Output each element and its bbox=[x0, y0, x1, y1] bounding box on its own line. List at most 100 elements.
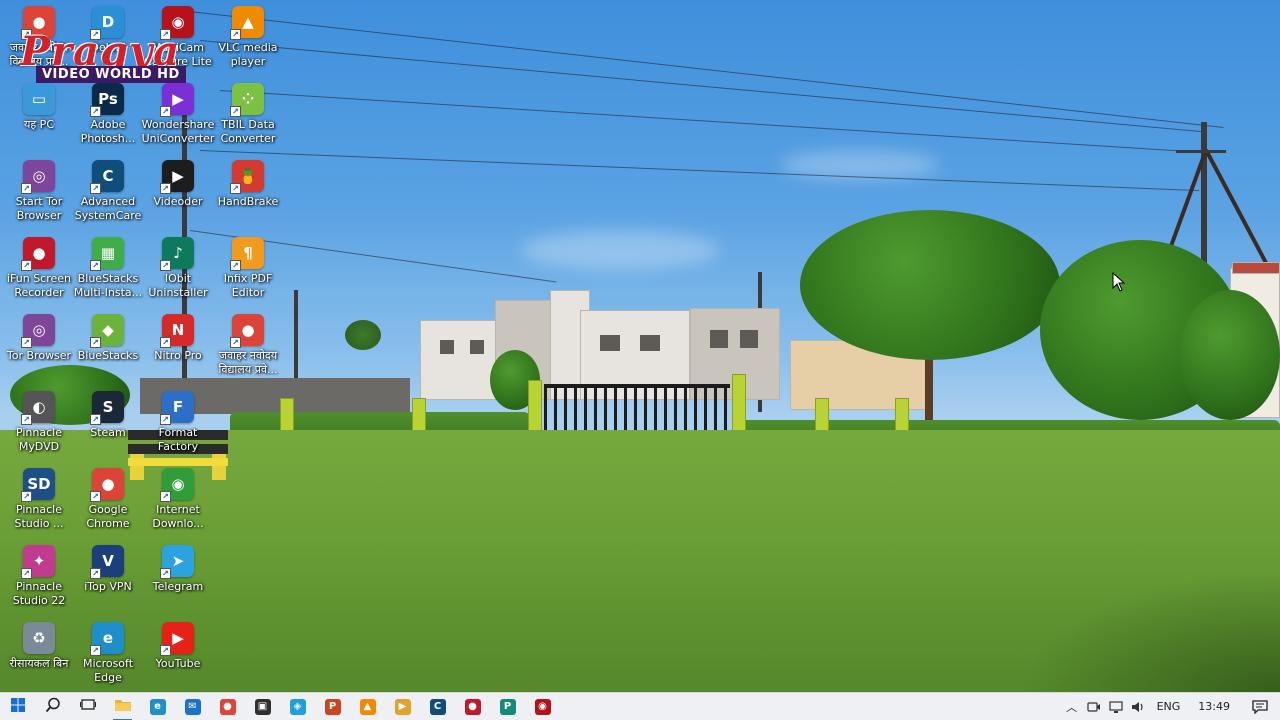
tray-network-icon[interactable] bbox=[1105, 693, 1127, 720]
chrome-icon: ● ↗ bbox=[90, 468, 124, 502]
tray-volume-icon[interactable] bbox=[1127, 693, 1149, 720]
desktop-shortcut[interactable]: ¶ ↗ Infix PDF Editor bbox=[211, 237, 285, 300]
shortcut-arrow-icon: ↗ bbox=[160, 29, 171, 40]
publisher-button[interactable]: P bbox=[490, 693, 525, 720]
desktop-shortcut-label: Infix PDF Editor bbox=[223, 272, 273, 299]
desktop-shortcut[interactable]: ▶ ↗ Videoder bbox=[141, 160, 215, 209]
mail-button[interactable]: ✉ bbox=[175, 693, 210, 720]
multicam-button[interactable]: ◉ bbox=[525, 693, 560, 720]
desktop-shortcut-label: Adobe Photosh... bbox=[80, 118, 136, 145]
edge-icon: e ↗ bbox=[90, 622, 124, 656]
desktop-shortcut[interactable]: 🍍 ↗ HandBrake bbox=[211, 160, 285, 209]
edge-button[interactable]: e bbox=[140, 693, 175, 720]
desktop-shortcut[interactable]: ♪ ↗ IObit Uninstaller bbox=[141, 237, 215, 300]
tray-language[interactable]: ENG bbox=[1149, 693, 1189, 720]
shortcut-arrow-icon: ↗ bbox=[21, 337, 32, 348]
desktop-shortcut-label: Advanced SystemCare bbox=[74, 195, 142, 222]
desktop-shortcut-label: Tor Browser bbox=[6, 349, 72, 362]
desktop-shortcut[interactable]: ◉ ↗ MultiCam Capture Lite bbox=[141, 6, 215, 69]
chrome-icon: ● ↗ bbox=[230, 314, 264, 348]
format-factory-icon: F ↗ bbox=[160, 391, 194, 425]
powerpoint-icon: P bbox=[324, 698, 341, 715]
youtube-icon: ▶ ↗ bbox=[160, 622, 194, 656]
tray-clock[interactable]: 13:49 bbox=[1188, 693, 1240, 720]
taskbar: e ✉ ● ▣ ◈ P ▲ ▶ C ● P ◉ ︿ ENG 13:49 bbox=[0, 692, 1280, 720]
desktop-shortcut[interactable]: ⁘ ↗ TBIL Data Converter bbox=[211, 83, 285, 146]
desktop-shortcut[interactable]: C ↗ Advanced SystemCare bbox=[71, 160, 145, 223]
desktop-shortcut[interactable]: ♻ रीसायकल बिन bbox=[2, 622, 76, 671]
desktop-shortcut[interactable]: ➤ ↗ Telegram bbox=[141, 545, 215, 594]
tray-meet-now-icon[interactable] bbox=[1083, 693, 1105, 720]
publisher-icon: P bbox=[499, 698, 516, 715]
desktop-shortcut[interactable]: ▶ ↗ Wondershare UniConverter bbox=[141, 83, 215, 146]
shortcut-arrow-icon: ↗ bbox=[230, 337, 241, 348]
desktop-shortcut[interactable]: F ↗ Format Factory bbox=[141, 391, 215, 454]
shortcut-arrow-icon: ↗ bbox=[21, 414, 32, 425]
desktop-shortcut[interactable]: ✦ ↗ Pinnacle Studio 22 bbox=[2, 545, 76, 608]
desktop-shortcut-label: Pinnacle Studio ... bbox=[14, 503, 64, 530]
desktop-shortcut-label: Pinnacle MyDVD bbox=[15, 426, 62, 453]
shortcut-arrow-icon: ↗ bbox=[230, 260, 241, 271]
start-button[interactable] bbox=[0, 693, 35, 720]
delphi-icon: D ↗ bbox=[90, 6, 124, 40]
desktop-shortcut[interactable]: SD ↗ Pinnacle Studio ... bbox=[2, 468, 76, 531]
shortcut-arrow-icon: ↗ bbox=[230, 29, 241, 40]
desktop-shortcut[interactable]: ● ↗ जवाहर नवोदय विद्यालय प्रवे... bbox=[211, 314, 285, 377]
desktop-shortcut[interactable]: ● ↗ जवाहर नवोदय विद्यालय प्रवे... bbox=[2, 6, 76, 69]
desktop-shortcut[interactable]: ▭ यह PC bbox=[2, 83, 76, 132]
shortcut-arrow-icon: ↗ bbox=[160, 260, 171, 271]
desktop-shortcut[interactable]: ◆ ↗ BlueStacks bbox=[71, 314, 145, 363]
desktop-shortcut-label: जवाहर नवोदय विद्यालय प्रवे... bbox=[218, 349, 278, 376]
shortcut-arrow-icon: ↗ bbox=[230, 183, 241, 194]
this-pc-icon: ▭ bbox=[23, 83, 55, 115]
shortcut-arrow-icon: ↗ bbox=[90, 183, 101, 194]
desktop-shortcut[interactable]: Ps ↗ Adobe Photosh... bbox=[71, 83, 145, 146]
tor-icon: ◎ ↗ bbox=[21, 160, 55, 194]
action-center-icon[interactable] bbox=[1240, 693, 1280, 720]
desktop-shortcut[interactable]: S ↗ Steam bbox=[71, 391, 145, 440]
powerpoint-button[interactable]: P bbox=[315, 693, 350, 720]
mouse-cursor-icon bbox=[1112, 272, 1126, 292]
desktop-shortcut[interactable]: e ↗ Microsoft Edge bbox=[71, 622, 145, 685]
desktop-shortcut[interactable]: ◎ ↗ Start Tor Browser bbox=[2, 160, 76, 223]
search-icon bbox=[45, 697, 61, 717]
file-explorer-button[interactable] bbox=[105, 693, 140, 720]
task-view-button[interactable] bbox=[70, 693, 105, 720]
chrome-button[interactable]: ● bbox=[210, 693, 245, 720]
desktop-shortcut[interactable]: ● ↗ Google Chrome bbox=[71, 468, 145, 531]
desktop-shortcut[interactable]: ● ↗ iFun Screen Recorder bbox=[2, 237, 76, 300]
desktop-shortcut[interactable]: ▶ ↗ YouTube bbox=[141, 622, 215, 671]
shortcut-arrow-icon: ↗ bbox=[90, 337, 101, 348]
search-button[interactable] bbox=[35, 693, 70, 720]
desktop-shortcut-label: Microsoft Edge bbox=[82, 657, 134, 684]
desktop-shortcut[interactable]: ◉ ↗ Internet Downlo... bbox=[141, 468, 215, 531]
desktop-shortcut-label: BlueStacks bbox=[77, 349, 139, 362]
desktop-shortcut[interactable]: V ↗ iTop VPN bbox=[71, 545, 145, 594]
shortcut-arrow-icon: ↗ bbox=[21, 260, 32, 271]
desktop-shortcut[interactable]: ◐ ↗ Pinnacle MyDVD bbox=[2, 391, 76, 454]
shortcut-arrow-icon: ↗ bbox=[160, 491, 171, 502]
desktop-shortcut[interactable]: ▲ ↗ VLC media player bbox=[211, 6, 285, 69]
steam-icon: S ↗ bbox=[90, 391, 124, 425]
mail-icon: ✉ bbox=[184, 698, 201, 715]
desktop-shortcut-label: Videoder bbox=[153, 195, 203, 208]
desktop-shortcut-label: Nitro Pro bbox=[154, 349, 202, 362]
store-button[interactable]: ▣ bbox=[245, 693, 280, 720]
desktop-shortcut-label: Google Chrome bbox=[86, 503, 130, 530]
multicam-icon: ◉ ↗ bbox=[160, 6, 194, 40]
videoder-button[interactable]: ▶ bbox=[385, 693, 420, 720]
shield-button[interactable]: ◈ bbox=[280, 693, 315, 720]
ifun-button[interactable]: ● bbox=[455, 693, 490, 720]
nitro-icon: N ↗ bbox=[160, 314, 194, 348]
systemcare-button[interactable]: C bbox=[420, 693, 455, 720]
desktop-shortcut[interactable]: ◎ ↗ Tor Browser bbox=[2, 314, 76, 363]
desktop-shortcut-label: TBIL Data Converter bbox=[220, 118, 276, 145]
ifun-icon: ● bbox=[464, 698, 481, 715]
desktop-shortcut-label: VLC media player bbox=[218, 41, 278, 68]
vlc-button[interactable]: ▲ bbox=[350, 693, 385, 720]
tray-overflow-chevron-icon[interactable]: ︿ bbox=[1061, 693, 1083, 720]
desktop-shortcut[interactable]: N ↗ Nitro Pro bbox=[141, 314, 215, 363]
system-tray: ︿ ENG 13:49 bbox=[1061, 693, 1280, 720]
desktop-shortcut[interactable]: D ↗ Delphi bbox=[71, 6, 145, 55]
desktop-shortcut[interactable]: ▦ ↗ BlueStacks Multi-Insta... bbox=[71, 237, 145, 300]
